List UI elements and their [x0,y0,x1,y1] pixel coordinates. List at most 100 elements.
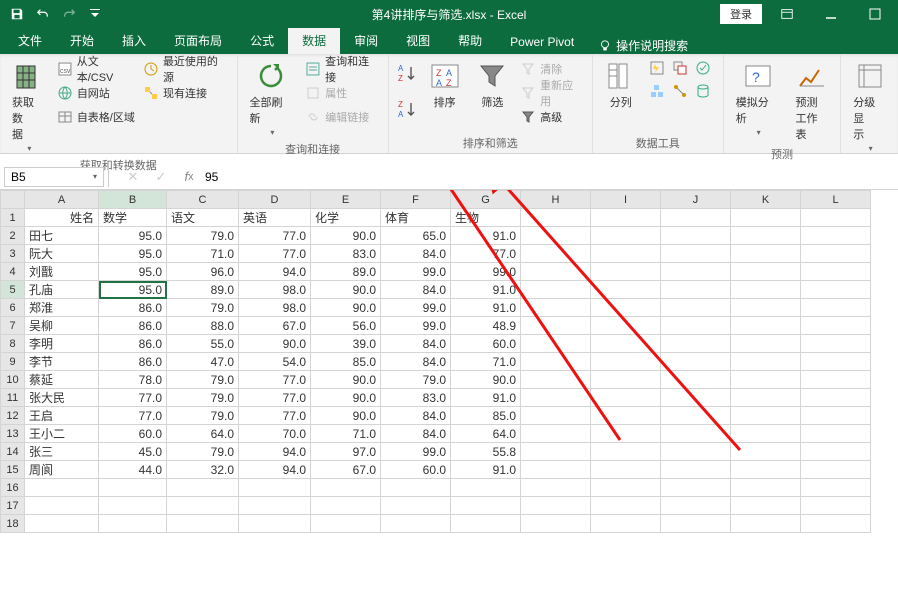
whatif-button[interactable]: ? 模拟分析▾ [730,58,786,139]
cell-L7[interactable] [801,317,871,335]
cell-C9[interactable]: 47.0 [167,353,239,371]
cell-A11[interactable]: 张大民 [25,389,99,407]
cell-A5[interactable]: 孔庙 [25,281,99,299]
relationships-button[interactable] [670,81,690,101]
cell-G5[interactable]: 91.0 [451,281,521,299]
col-header-D[interactable]: D [239,191,311,209]
cell-D15[interactable]: 94.0 [239,461,311,479]
row-header-9[interactable]: 9 [1,353,25,371]
cell-I10[interactable] [591,371,661,389]
row-header-12[interactable]: 12 [1,407,25,425]
cell-B4[interactable]: 95.0 [99,263,167,281]
tab-data[interactable]: 数据 [288,27,340,54]
cell-K7[interactable] [731,317,801,335]
cell-F5[interactable]: 84.0 [381,281,451,299]
cell-A4[interactable]: 刘戬 [25,263,99,281]
cell-G17[interactable] [451,497,521,515]
cell-A15[interactable]: 周阆 [25,461,99,479]
cell-G8[interactable]: 60.0 [451,335,521,353]
cell-H9[interactable] [521,353,591,371]
cell-C12[interactable]: 79.0 [167,407,239,425]
row-header-13[interactable]: 13 [1,425,25,443]
cell-D2[interactable]: 77.0 [239,227,311,245]
data-validation-button[interactable] [693,58,713,78]
consolidate-button[interactable] [647,81,667,101]
row-header-7[interactable]: 7 [1,317,25,335]
cell-F13[interactable]: 84.0 [381,425,451,443]
cell-G15[interactable]: 91.0 [451,461,521,479]
tab-powerpivot[interactable]: Power Pivot [496,30,588,54]
cell-I11[interactable] [591,389,661,407]
sort-asc-button[interactable]: AZ [395,60,419,88]
cell-L16[interactable] [801,479,871,497]
cell-K11[interactable] [731,389,801,407]
cell-F18[interactable] [381,515,451,533]
row-header-4[interactable]: 4 [1,263,25,281]
cell-B2[interactable]: 95.0 [99,227,167,245]
cell-E17[interactable] [311,497,381,515]
cell-F14[interactable]: 99.0 [381,443,451,461]
cell-B17[interactable] [99,497,167,515]
sort-button[interactable]: ZAAZ 排序 [423,58,467,112]
forecast-sheet-button[interactable]: 预测 工作表 [789,58,834,144]
cell-A8[interactable]: 李明 [25,335,99,353]
cell-D18[interactable] [239,515,311,533]
cell-I5[interactable] [591,281,661,299]
row-header-5[interactable]: 5 [1,281,25,299]
row-header-6[interactable]: 6 [1,299,25,317]
cell-G18[interactable] [451,515,521,533]
cell-B16[interactable] [99,479,167,497]
cell-H4[interactable] [521,263,591,281]
cell-B6[interactable]: 86.0 [99,299,167,317]
cell-A6[interactable]: 郑淮 [25,299,99,317]
fx-icon[interactable]: fx [179,167,199,187]
cell-F7[interactable]: 99.0 [381,317,451,335]
row-header-11[interactable]: 11 [1,389,25,407]
cell-F17[interactable] [381,497,451,515]
cell-F2[interactable]: 65.0 [381,227,451,245]
cell-F10[interactable]: 79.0 [381,371,451,389]
cell-H3[interactable] [521,245,591,263]
cell-I13[interactable] [591,425,661,443]
cell-L6[interactable] [801,299,871,317]
cell-K8[interactable] [731,335,801,353]
cell-K3[interactable] [731,245,801,263]
text-to-columns-button[interactable]: 分列 [599,58,643,112]
cell-D17[interactable] [239,497,311,515]
row-header-8[interactable]: 8 [1,335,25,353]
cell-E8[interactable]: 39.0 [311,335,381,353]
maximize-icon[interactable] [856,0,894,28]
cell-E13[interactable]: 71.0 [311,425,381,443]
remove-duplicates-button[interactable] [670,58,690,78]
cell-L11[interactable] [801,389,871,407]
recent-sources-button[interactable]: 最近使用的源 [141,58,230,80]
cell-B5[interactable]: 95.0 [99,281,167,299]
col-header-I[interactable]: I [591,191,661,209]
cell-D4[interactable]: 94.0 [239,263,311,281]
cell-K1[interactable] [731,209,801,227]
cell-E2[interactable]: 90.0 [311,227,381,245]
from-text-csv-button[interactable]: csv从文本/CSV [55,58,137,80]
cell-J16[interactable] [661,479,731,497]
cell-J2[interactable] [661,227,731,245]
cell-C18[interactable] [167,515,239,533]
cell-L1[interactable] [801,209,871,227]
cell-D8[interactable]: 90.0 [239,335,311,353]
cell-D5[interactable]: 98.0 [239,281,311,299]
cell-I14[interactable] [591,443,661,461]
cell-J5[interactable] [661,281,731,299]
advanced-filter-button[interactable]: 高级 [518,106,585,128]
cell-A14[interactable]: 张三 [25,443,99,461]
cell-C17[interactable] [167,497,239,515]
cell-H8[interactable] [521,335,591,353]
cell-K13[interactable] [731,425,801,443]
cell-B3[interactable]: 95.0 [99,245,167,263]
cell-B1[interactable]: 数学 [99,209,167,227]
cell-J12[interactable] [661,407,731,425]
cell-K12[interactable] [731,407,801,425]
undo-icon[interactable] [32,3,54,25]
cell-B15[interactable]: 44.0 [99,461,167,479]
cell-C5[interactable]: 89.0 [167,281,239,299]
cell-I6[interactable] [591,299,661,317]
worksheet[interactable]: ABCDEFGHIJKL1姓名数学语文英语化学体育生物2田七95.079.077… [0,190,898,533]
